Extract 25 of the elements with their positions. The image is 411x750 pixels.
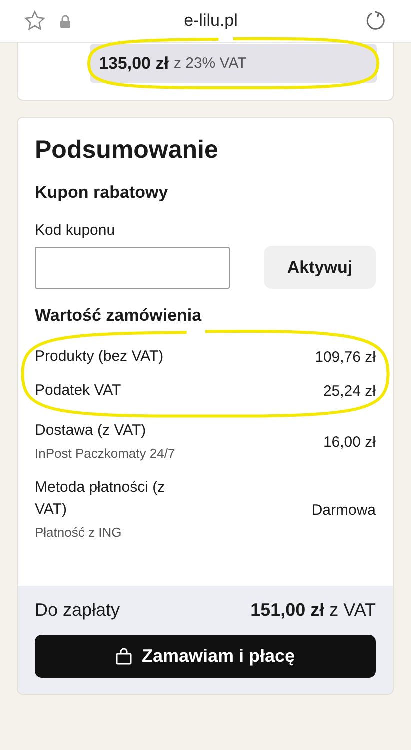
coupon-heading: Kupon rabatowy — [35, 183, 170, 203]
summary-label: Dostawa (z VAT) — [35, 421, 148, 441]
coupon-input[interactable] — [35, 246, 230, 288]
star-icon[interactable] — [24, 10, 46, 32]
summary-value: 109,76 zł — [315, 348, 376, 366]
reload-icon[interactable] — [365, 10, 387, 32]
summary-title: Podsumowanie — [35, 136, 220, 165]
summary-value: 25,24 zł — [323, 382, 376, 400]
summary-value: 16,00 zł — [323, 434, 376, 451]
activate-button[interactable]: Aktywuj — [264, 246, 376, 289]
order-value-heading: Wartość zamówienia — [35, 306, 203, 326]
summary-label: Metoda płatności (z VAT) — [35, 478, 166, 520]
lock-icon — [60, 14, 71, 28]
summary-label: Produkty (bez VAT) — [35, 347, 165, 367]
total-label: Do zapłaty — [35, 600, 120, 621]
summary-detail: Płatność z ING — [35, 524, 123, 542]
bag-icon — [116, 648, 132, 665]
summary-detail: InPost Paczkomaty 24/7 — [35, 445, 176, 463]
order-button[interactable]: Zamawiam i płacę — [35, 635, 376, 678]
total-amount: 151,00 zł z VAT — [250, 600, 376, 621]
vat-note: z 23% VAT — [174, 55, 247, 72]
summary-value: Darmowa — [312, 502, 376, 519]
price-amount: 135,00 zł — [99, 54, 169, 74]
summary-label: Podatek VAT — [35, 381, 122, 401]
coupon-label: Kod kuponu — [35, 222, 116, 239]
